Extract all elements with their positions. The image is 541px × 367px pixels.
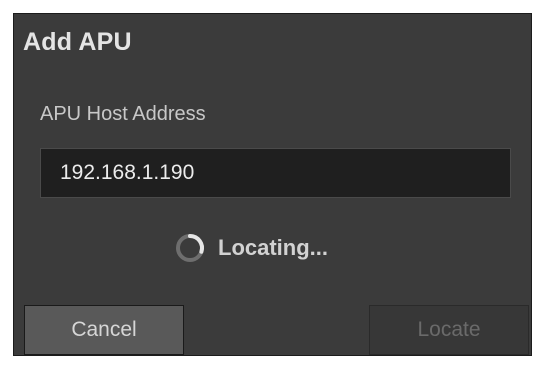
spinner-icon: [176, 234, 204, 262]
locate-button[interactable]: Locate: [369, 305, 529, 355]
host-address-input[interactable]: [40, 148, 511, 198]
cancel-button[interactable]: Cancel: [24, 305, 184, 355]
dialog-title: Add APU: [23, 28, 132, 56]
status-text: Locating...: [218, 235, 328, 260]
locate-button-label: Locate: [417, 318, 481, 341]
add-apu-dialog: Add APU APU Host Address Locating... Can…: [13, 13, 532, 356]
cancel-button-label: Cancel: [71, 318, 137, 341]
host-address-label: APU Host Address: [40, 103, 206, 125]
locating-status: Locating...: [174, 228, 328, 268]
